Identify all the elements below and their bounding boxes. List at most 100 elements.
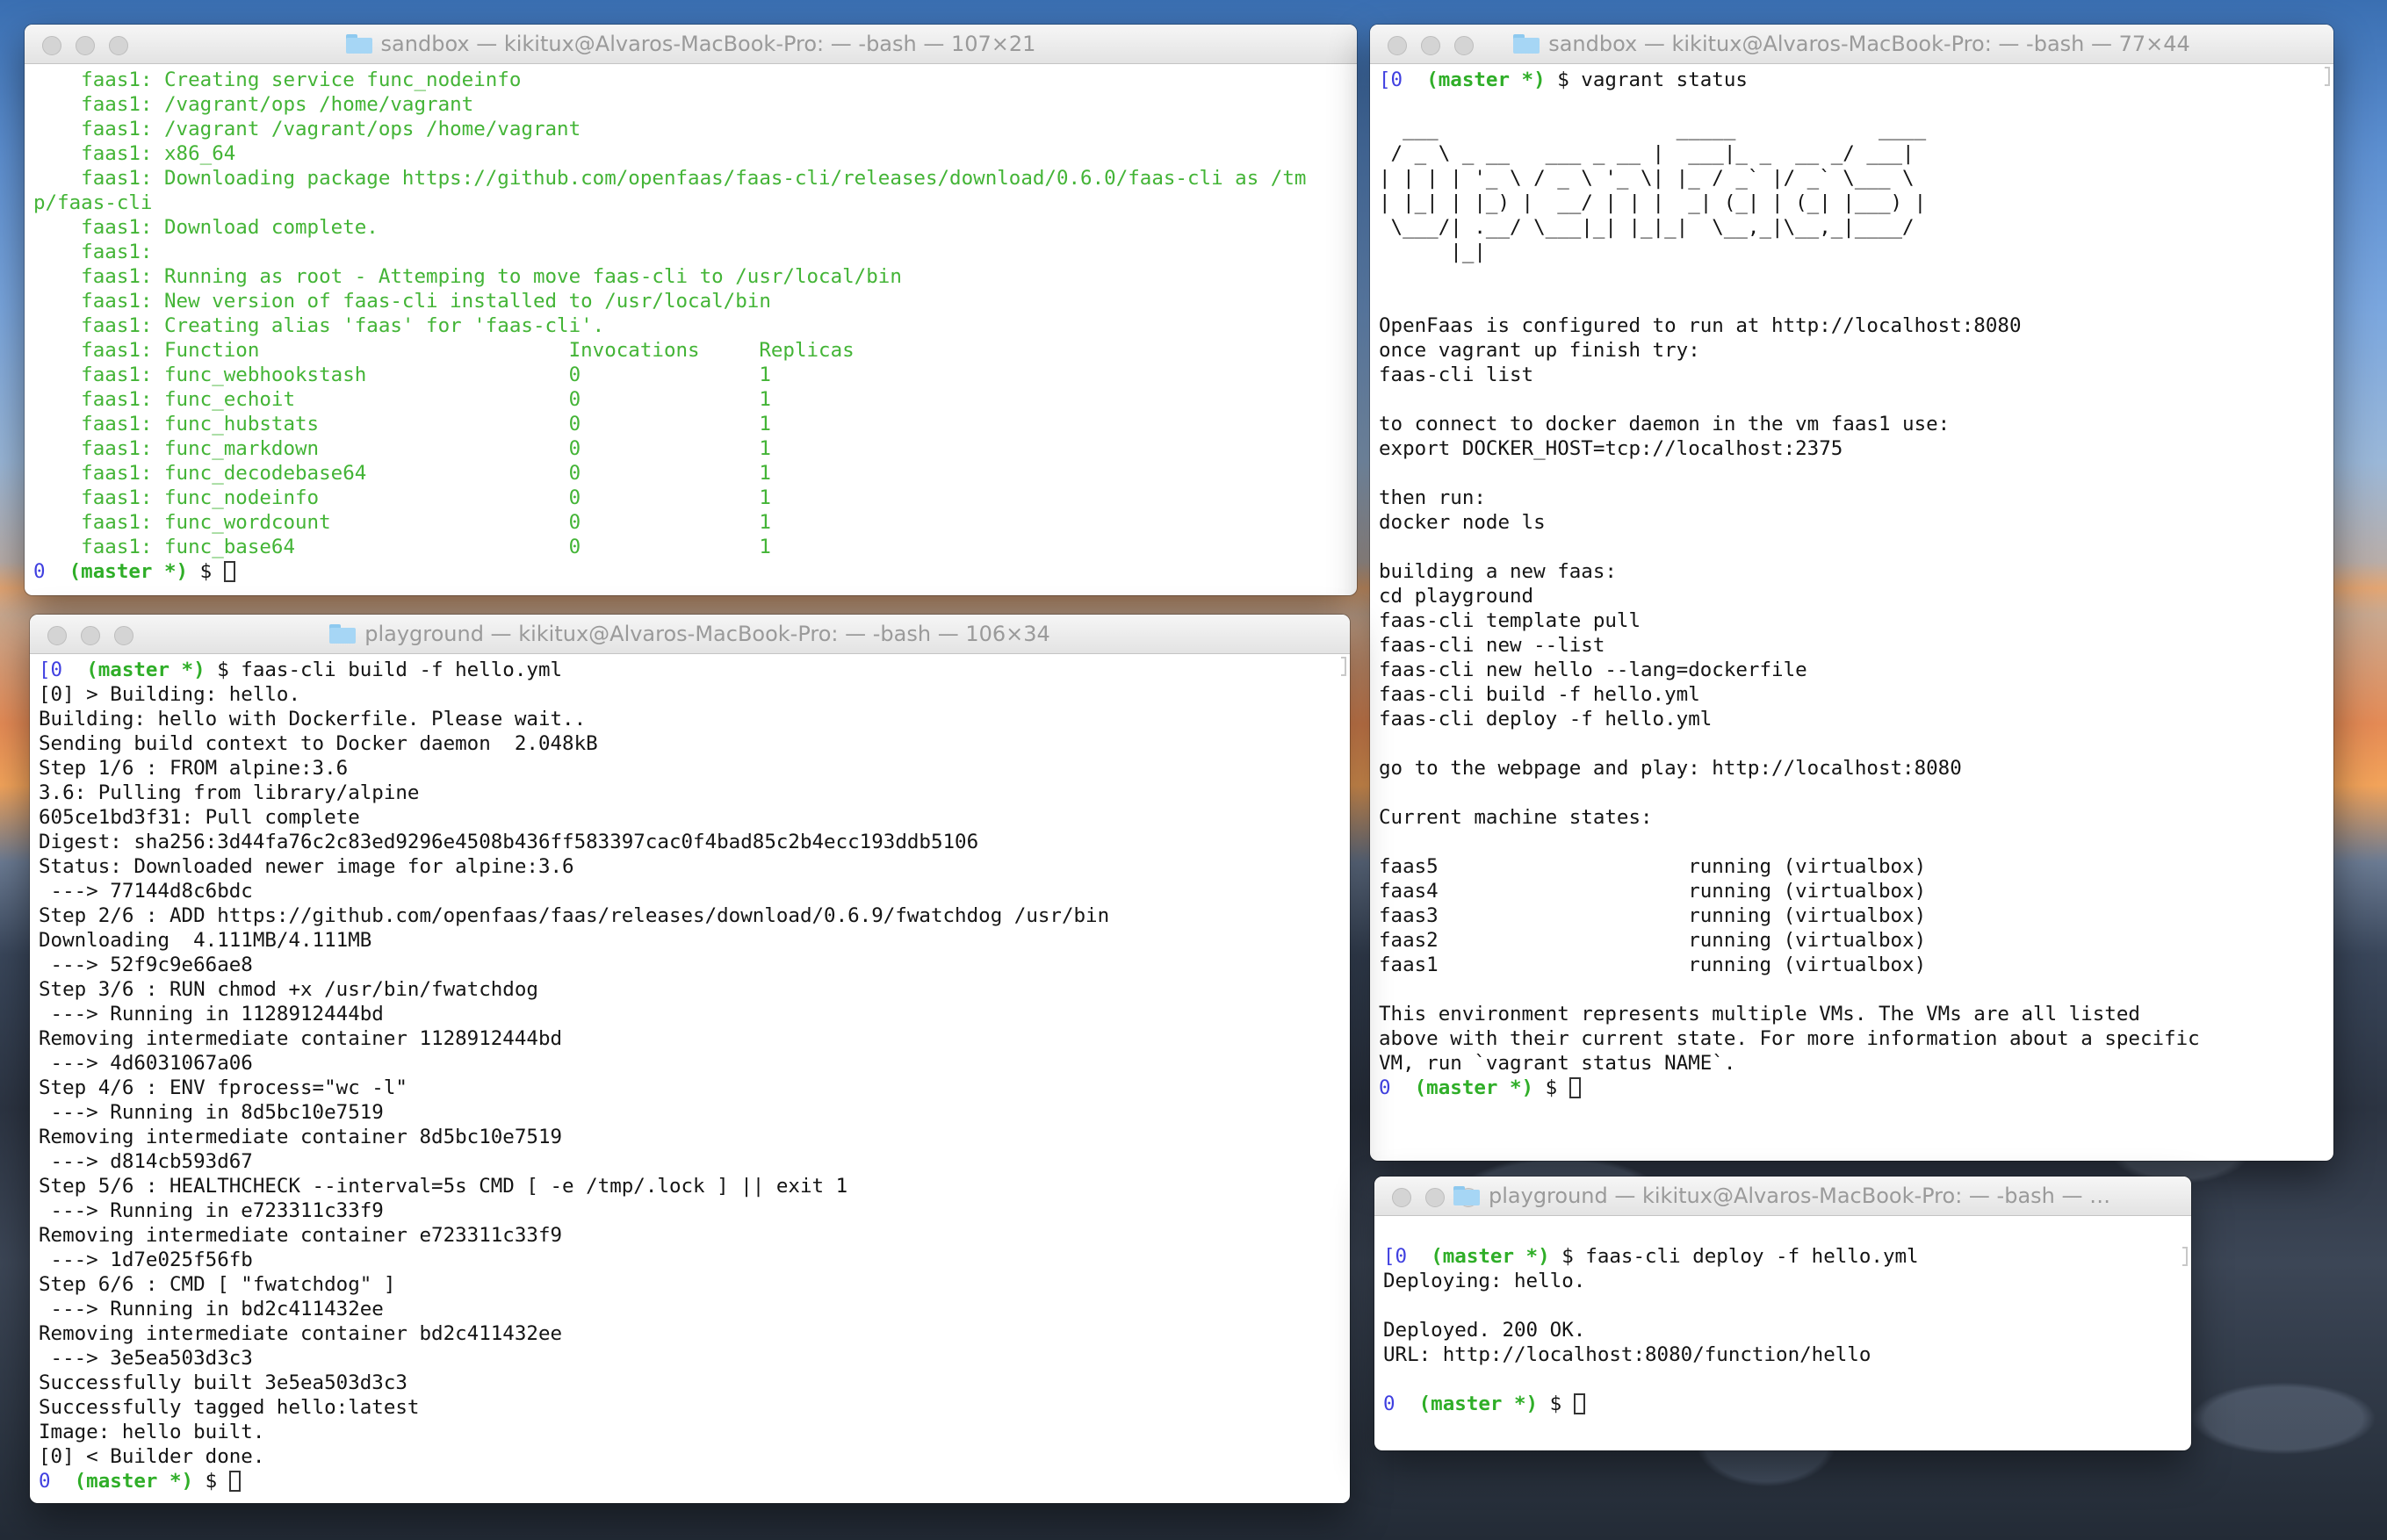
output-line: This environment represents multiple VMs… [1379, 1003, 2140, 1025]
output-line: Removing intermediate container e723311c… [39, 1224, 563, 1247]
output-line: Removing intermediate container 8d5bc10e… [39, 1126, 563, 1148]
output-line: Successfully built 3e5ea503d3c3 [39, 1371, 407, 1394]
output-line: Step 3/6 : RUN chmod +x /usr/bin/fwatchd… [39, 978, 538, 1001]
folder-icon [1513, 34, 1540, 54]
output-line: export DOCKER_HOST=tcp://localhost:2375 [1379, 437, 1843, 460]
output-line: Building: hello with Dockerfile. Please … [39, 708, 587, 730]
prompt-number: [0 [1383, 1245, 1408, 1268]
output-line: faas1: func_echoit 0 1 [33, 388, 771, 411]
output-line: ---> d814cb593d67 [39, 1150, 253, 1173]
output-line: Step 6/6 : CMD [ "fwatchdog" ] [39, 1273, 396, 1296]
prompt-line[interactable]: 0 (master *) $ [1383, 1392, 2182, 1416]
prompt-symbol: $ [205, 1470, 218, 1493]
terminal-output[interactable]: [0 (master *) $ faas-cli deploy -f hello… [1374, 1216, 2191, 1450]
output-line: Deployed. 200 OK. [1383, 1319, 1586, 1342]
output-line: faas1: func_nodeinfo 0 1 [33, 486, 771, 509]
cursor[interactable] [1573, 1393, 1585, 1414]
output-line: URL: http://localhost:8080/function/hell… [1383, 1343, 1871, 1366]
output-line: faas2 running (virtualbox) [1379, 929, 1927, 952]
output-line: faas4 running (virtualbox) [1379, 880, 1927, 903]
terminal-window-playground-106[interactable]: playground — kikitux@Alvaros-MacBook-Pro… [30, 615, 1350, 1503]
terminal-window-playground-small[interactable]: playground — kikitux@Alvaros-MacBook-Pro… [1374, 1177, 2191, 1450]
output-line: OpenFaas is configured to run at http://… [1379, 314, 2022, 337]
window-title-text: playground — kikitux@Alvaros-MacBook-Pro… [364, 622, 1050, 646]
output-line: ---> 77144d8c6bdc [39, 880, 253, 903]
output-line: 605ce1bd3f31: Pull complete [39, 806, 360, 829]
titlebar[interactable]: playground — kikitux@Alvaros-MacBook-Pro… [30, 615, 1350, 654]
prompt-branch: (master *) [69, 560, 189, 583]
window-title-text: playground — kikitux@Alvaros-MacBook-Pro… [1489, 1184, 2112, 1208]
output-line: faas-cli deploy -f hello.yml [1379, 708, 1713, 730]
output-line: ---> 1d7e025f56fb [39, 1249, 253, 1271]
output-line: faas1: [33, 241, 153, 263]
prompt-number: 0 [1379, 1076, 1391, 1099]
terminal-output[interactable]: [0 (master *) $ vagrant status ___ _____… [1370, 64, 2333, 1161]
cursor[interactable] [228, 1471, 241, 1492]
prompt-line[interactable]: 0 (master *) $ [39, 1469, 1341, 1493]
output-line: | | | | '_ \ / _ \ '_ \| |_ / _` |/ _` \… [1379, 167, 1915, 190]
folder-icon [329, 624, 357, 644]
output-line: faas-cli list [1379, 363, 1534, 386]
output-line: 3.6: Pulling from library/alpine [39, 781, 420, 804]
output-line: Status: Downloaded newer image for alpin… [39, 855, 574, 878]
prompt-line[interactable]: 0 (master *) $ [33, 559, 1348, 584]
window-title: sandbox — kikitux@Alvaros-MacBook-Pro: —… [25, 25, 1357, 63]
output-line: Sending build context to Docker daemon 2… [39, 732, 598, 755]
output-line: Step 2/6 : ADD https://github.com/openfa… [39, 904, 1110, 927]
terminal-window-sandbox-77[interactable]: sandbox — kikitux@Alvaros-MacBook-Pro: —… [1370, 25, 2333, 1161]
output-line: faas1: func_hubstats 0 1 [33, 413, 771, 435]
output-line: Deploying: hello. [1383, 1270, 1586, 1292]
prompt-branch: (master *) [74, 1470, 194, 1493]
window-title: playground — kikitux@Alvaros-MacBook-Pro… [1374, 1177, 2191, 1215]
output-line: ---> 3e5ea503d3c3 [39, 1347, 253, 1370]
command-text: $ faas-cli build -f hello.yml [217, 658, 563, 681]
output-line: Image: hello built. [39, 1421, 265, 1443]
output-line: VM, run `vagrant status NAME`. [1379, 1052, 1736, 1075]
output-line: cd playground [1379, 585, 1534, 608]
output-line: ___ _____ ____ [1379, 118, 1927, 140]
output-line: / _ \ _ __ ___ _ __ | ___|_ _ __ _/ ___| [1379, 142, 1915, 165]
output-line: ---> Running in bd2c411432ee [39, 1298, 384, 1321]
output-line: faas-cli build -f hello.yml [1379, 683, 1700, 706]
titlebar[interactable]: sandbox — kikitux@Alvaros-MacBook-Pro: —… [25, 25, 1357, 64]
folder-icon [345, 34, 372, 54]
terminal-output[interactable]: faas1: Creating service func_nodeinfo fa… [25, 64, 1357, 595]
output-line: faas3 running (virtualbox) [1379, 904, 1927, 927]
output-line: Downloading 4.111MB/4.111MB [39, 929, 372, 952]
output-line: faas1: Running as root - Attemping to mo… [33, 265, 902, 288]
titlebar[interactable]: playground — kikitux@Alvaros-MacBook-Pro… [1374, 1177, 2191, 1216]
cursor[interactable] [1568, 1077, 1581, 1098]
window-title-text: sandbox — kikitux@Alvaros-MacBook-Pro: —… [1548, 32, 2190, 56]
titlebar[interactable]: sandbox — kikitux@Alvaros-MacBook-Pro: —… [1370, 25, 2333, 64]
output-line: \___/| .__/ \___|_| |_|_| \__,_|\__,_|__… [1379, 216, 1915, 239]
output-line: Step 5/6 : HEALTHCHECK --interval=5s CMD… [39, 1175, 848, 1198]
output-line: faas5 running (virtualbox) [1379, 855, 1927, 878]
output-line: ---> 4d6031067a06 [39, 1052, 253, 1075]
prompt-line[interactable]: 0 (master *) $ [1379, 1076, 2325, 1100]
output-line: faas1: func_decodebase64 0 1 [33, 462, 771, 485]
output-line: [0] > Building: hello. [39, 683, 301, 706]
cursor[interactable] [223, 561, 235, 582]
output-line: Removing intermediate container 11289124… [39, 1027, 563, 1050]
terminal-output[interactable]: [0 (master *) $ faas-cli build -f hello.… [30, 654, 1350, 1503]
output-line: Current machine states: [1379, 806, 1653, 829]
output-line: Step 1/6 : FROM alpine:3.6 [39, 757, 349, 780]
command-text: $ vagrant status [1557, 68, 1748, 91]
command-line: [0 (master *) $ faas-cli build -f hello.… [39, 658, 1341, 682]
output-line: faas1: /vagrant /vagrant/ops /home/vagra… [33, 118, 581, 140]
output-line: [0] < Builder done. [39, 1445, 265, 1468]
output-line: faas1: func_wordcount 0 1 [33, 511, 771, 534]
output-line: |_| [1379, 241, 1486, 263]
terminal-window-sandbox-107[interactable]: sandbox — kikitux@Alvaros-MacBook-Pro: —… [25, 25, 1357, 595]
output-line: once vagrant up finish try: [1379, 339, 1700, 362]
output-line: Digest: sha256:3d44fa76c2c83ed9296e4508b… [39, 831, 979, 853]
